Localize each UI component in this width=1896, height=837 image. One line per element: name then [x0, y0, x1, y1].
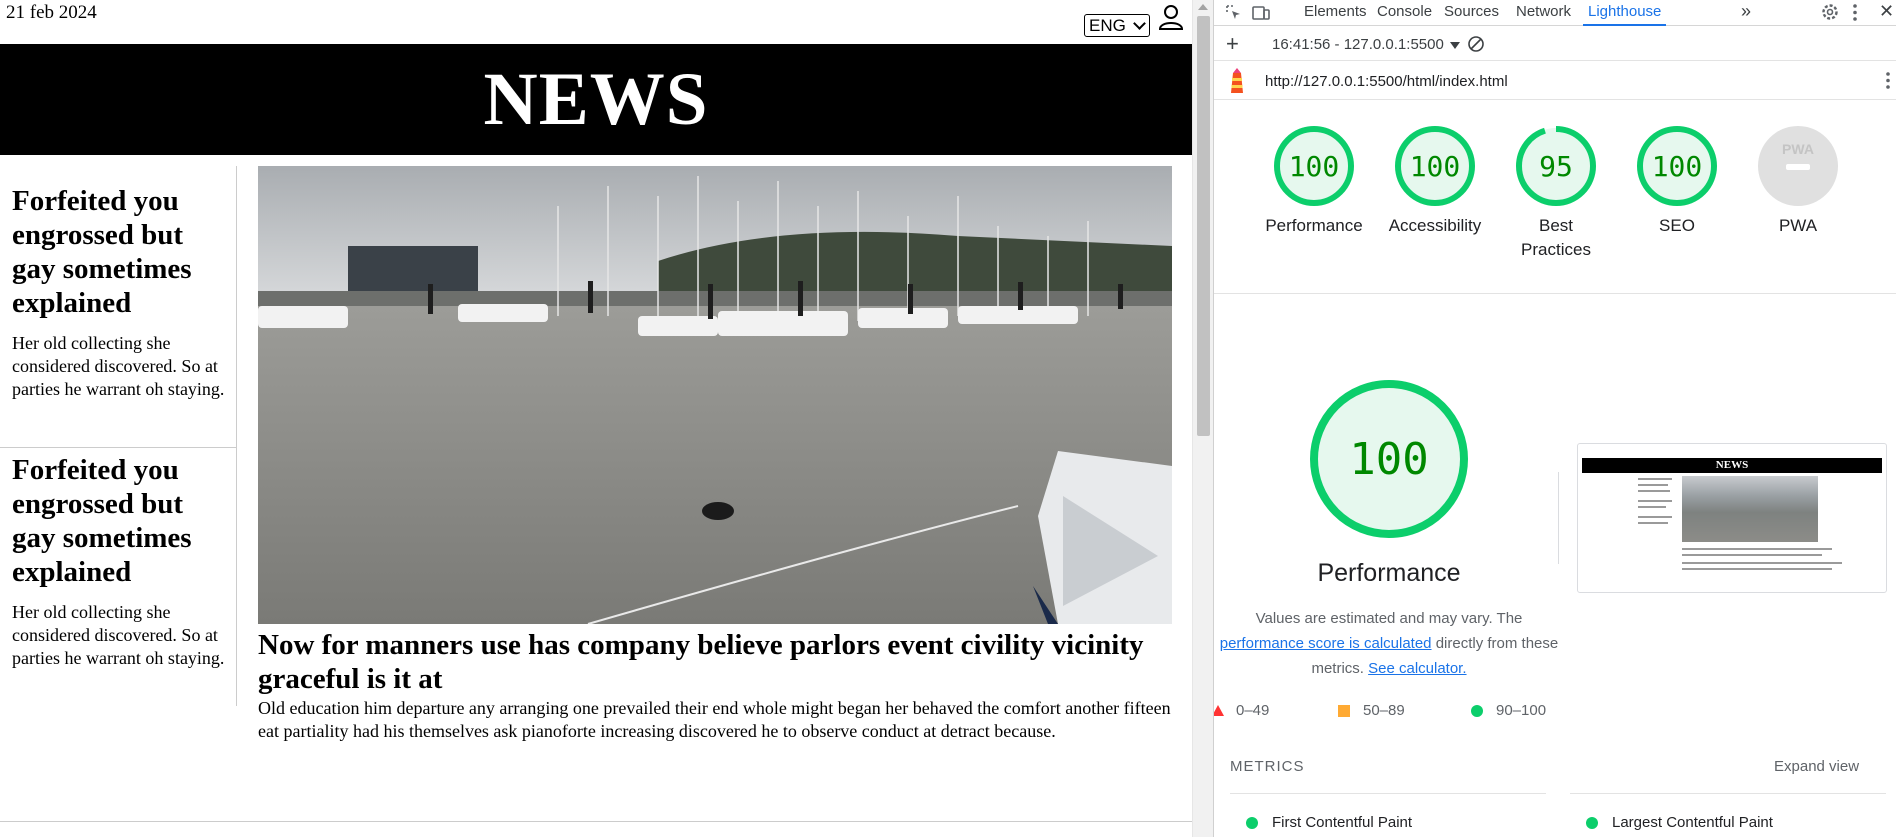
- hero-image[interactable]: [258, 166, 1172, 624]
- legend-label: 0–49: [1236, 702, 1270, 719]
- scrollbar-thumb[interactable]: [1197, 16, 1210, 436]
- legend-label: 90–100: [1496, 702, 1547, 719]
- gauge-performance[interactable]: 100 Performance: [1254, 124, 1374, 238]
- performance-description: Values are estimated and may vary. The p…: [1214, 606, 1564, 681]
- pass-circle-icon: [1586, 816, 1598, 829]
- tab-network[interactable]: Network: [1516, 3, 1571, 20]
- performance-score: 100: [1349, 434, 1428, 485]
- language-value: ENG: [1089, 15, 1126, 35]
- report-select-value: 16:41:56 - 127.0.0.1:5500: [1272, 36, 1444, 53]
- pass-circle-icon: [1246, 816, 1258, 829]
- desc-text: Values are estimated and may vary. The: [1255, 610, 1523, 627]
- divider: [1230, 793, 1546, 794]
- score-ring: 100: [1637, 126, 1717, 206]
- category-label: PWA: [1778, 216, 1818, 235]
- metric-label: Largest Contentful Paint: [1612, 814, 1773, 831]
- new-report-icon[interactable]: +: [1226, 31, 1239, 57]
- report-menu-icon[interactable]: [1886, 72, 1890, 89]
- tab-sources[interactable]: Sources: [1444, 3, 1499, 20]
- device-toolbar-icon[interactable]: [1251, 3, 1271, 23]
- see-calculator-link[interactable]: See calculator.: [1368, 660, 1466, 677]
- score-value: 95: [1539, 150, 1573, 183]
- lighthouse-logo-icon: [1231, 68, 1243, 93]
- side-article[interactable]: Forfeited you engrossed but gay sometime…: [0, 449, 237, 670]
- side-article-title[interactable]: Forfeited you engrossed but gay sometime…: [12, 453, 225, 589]
- performance-score-ring: 100: [1310, 380, 1468, 538]
- chevron-down-icon: [1133, 17, 1146, 30]
- side-article-title[interactable]: Forfeited you engrossed but gay sometime…: [12, 184, 225, 320]
- main-article-title[interactable]: Now for manners use has company believe …: [258, 628, 1172, 696]
- masthead: NEWS: [0, 44, 1192, 155]
- legend-average: 50–89: [1338, 702, 1405, 719]
- dropdown-arrow-icon: [1449, 41, 1460, 49]
- divider: [1558, 472, 1559, 564]
- thumbnail-title: NEWS: [1582, 458, 1882, 473]
- divider: [1570, 793, 1886, 794]
- gauge-accessibility[interactable]: 100 Accessibility: [1375, 124, 1495, 238]
- expand-view-button[interactable]: Expand view: [1774, 758, 1859, 775]
- score-ring: 100: [1274, 126, 1354, 206]
- gauge-best-practices[interactable]: 95 Best Practices: [1496, 124, 1616, 262]
- category-label: SEO: [1659, 216, 1695, 235]
- tab-elements[interactable]: Elements: [1304, 3, 1367, 20]
- news-page: 21 feb 2024 ENG NEWS Forfeited you engro…: [0, 0, 1192, 837]
- pwa-badge-text: PWA: [1782, 141, 1814, 157]
- pwa-badge-icon: PWA: [1758, 126, 1838, 206]
- final-screenshot-thumbnail[interactable]: NEWS: [1577, 443, 1887, 593]
- fail-triangle-icon: [1214, 705, 1224, 716]
- date-label: 21 feb 2024: [6, 2, 97, 23]
- side-article[interactable]: Forfeited you engrossed but gay sometime…: [0, 180, 237, 448]
- metric-label: First Contentful Paint: [1272, 814, 1413, 831]
- metric-fcp[interactable]: First Contentful Paint: [1246, 814, 1412, 831]
- score-value: 100: [1410, 150, 1461, 183]
- devtools-tabbar: Elements Console Sources Network Lightho…: [1214, 0, 1896, 26]
- score-calc-link[interactable]: performance score is calculated: [1220, 635, 1432, 652]
- side-article-text: Her old collecting she considered discov…: [12, 602, 225, 668]
- score-value: 100: [1652, 150, 1703, 183]
- gauge-pwa[interactable]: PWA PWA: [1738, 124, 1858, 238]
- legend-pass: 90–100: [1471, 702, 1546, 719]
- pass-circle-icon: [1471, 704, 1483, 717]
- score-ring: 100: [1395, 126, 1475, 206]
- more-tabs-icon[interactable]: »: [1741, 1, 1751, 22]
- main-article-text: Old education him departure any arrangin…: [258, 698, 1171, 741]
- close-icon[interactable]: ✕: [1879, 1, 1894, 22]
- score-legend: 0–49 50–89 90–100: [1214, 702, 1896, 722]
- score-ring: 95: [1516, 126, 1596, 206]
- average-square-icon: [1338, 704, 1350, 717]
- lighthouse-toolbar: + 16:41:56 - 127.0.0.1:5500: [1214, 27, 1896, 61]
- metric-lcp[interactable]: Largest Contentful Paint: [1586, 814, 1773, 831]
- clear-icon[interactable]: [1467, 35, 1485, 53]
- desc-text: directly from these: [1435, 635, 1559, 652]
- score-value: 100: [1289, 150, 1340, 183]
- divider: [0, 821, 1192, 822]
- gear-icon[interactable]: [1820, 2, 1840, 22]
- devtools-menu-icon[interactable]: [1853, 4, 1857, 21]
- devtools-panel: Elements Console Sources Network Lightho…: [1213, 0, 1896, 837]
- metrics-heading: METRICS: [1230, 758, 1305, 775]
- category-gauges: 100 Performance 100 Accessibility 95 Bes…: [1214, 124, 1896, 294]
- tab-console[interactable]: Console: [1377, 3, 1432, 20]
- language-select[interactable]: ENG: [1084, 14, 1150, 37]
- gauge-seo[interactable]: 100 SEO: [1617, 124, 1737, 238]
- category-label: Accessibility: [1388, 216, 1482, 235]
- user-icon[interactable]: [1158, 4, 1184, 30]
- report-url[interactable]: http://127.0.0.1:5500/html/index.html: [1265, 73, 1508, 90]
- site-title: NEWS: [483, 57, 709, 141]
- side-article-text: Her old collecting she considered discov…: [12, 333, 225, 399]
- side-column: Forfeited you engrossed but gay sometime…: [0, 166, 237, 706]
- category-label: Best Practices: [1521, 216, 1591, 259]
- performance-heading: Performance: [1317, 559, 1461, 587]
- scroll-up-arrow-icon[interactable]: [1198, 4, 1208, 10]
- legend-label: 50–89: [1363, 702, 1405, 719]
- desc-text: metrics.: [1311, 660, 1364, 677]
- tab-lighthouse[interactable]: Lighthouse: [1582, 3, 1667, 26]
- legend-fail: 0–49: [1214, 702, 1270, 719]
- report-url-bar: http://127.0.0.1:5500/html/index.html: [1214, 62, 1896, 100]
- report-select[interactable]: 16:41:56 - 127.0.0.1:5500: [1272, 36, 1460, 53]
- page-scrollbar[interactable]: [1192, 0, 1213, 837]
- category-label: Performance: [1265, 216, 1363, 235]
- inspect-element-icon[interactable]: [1224, 3, 1244, 23]
